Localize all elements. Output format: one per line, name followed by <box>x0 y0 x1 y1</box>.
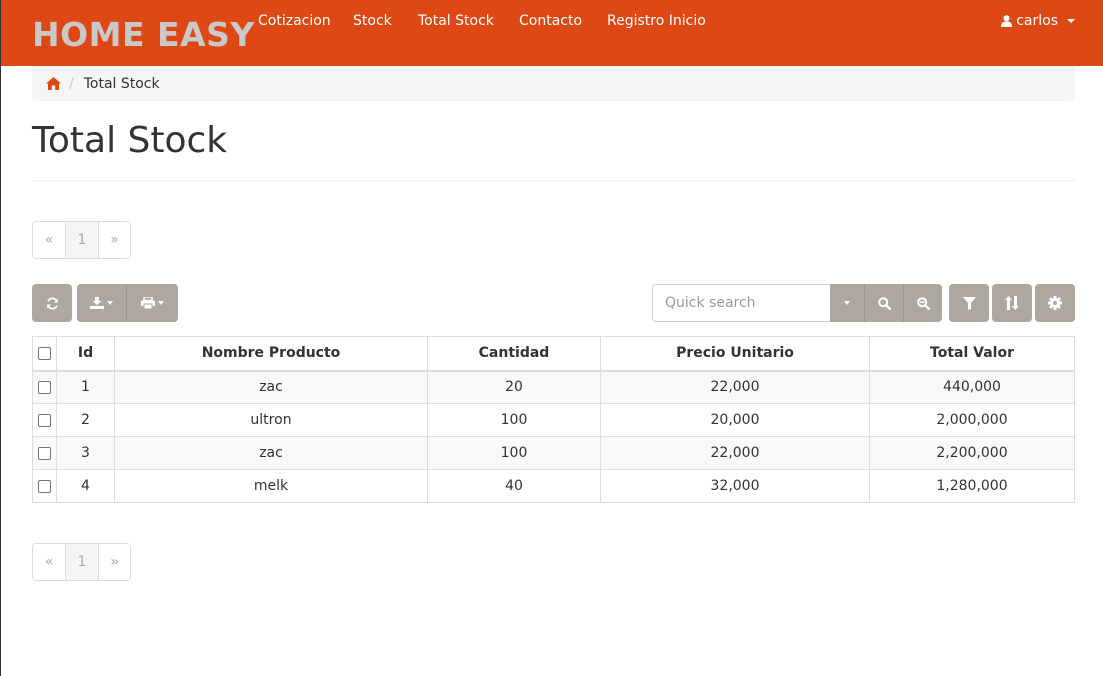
search-controls <box>830 284 942 322</box>
pagination-next[interactable]: » <box>98 544 130 580</box>
nav-item-stock[interactable]: Stock <box>353 11 392 31</box>
cell-precio-unitario: 20,000 <box>600 403 870 437</box>
user-name: carlos <box>1016 13 1058 29</box>
refresh-button[interactable] <box>32 284 72 322</box>
table-row[interactable]: 2 ultron 100 20,000 2,000,000 <box>32 403 1075 437</box>
select-all-cell <box>32 336 57 372</box>
cell-cantidad: 20 <box>427 370 601 404</box>
clear-search-button[interactable] <box>903 284 942 322</box>
filter-icon <box>962 296 976 310</box>
breadcrumb-current: Total Stock <box>83 75 160 92</box>
row-checkbox[interactable] <box>38 479 51 493</box>
cell-nombre-producto: zac <box>114 436 428 470</box>
table-header-row: Id Nombre Producto Cantidad Precio Unita… <box>32 336 1075 372</box>
cell-nombre-producto: zac <box>114 370 428 404</box>
chevron-down-icon <box>158 301 164 305</box>
user-menu[interactable]: carlos <box>1001 11 1075 31</box>
cell-nombre-producto: melk <box>114 469 428 503</box>
sort-button[interactable] <box>992 284 1032 322</box>
nav-item-total-stock[interactable]: Total Stock <box>418 11 494 31</box>
settings-button[interactable] <box>1035 284 1075 322</box>
pagination-prev[interactable]: « <box>33 222 65 258</box>
nav-item-contacto[interactable]: Contacto <box>519 11 582 31</box>
cell-cantidad: 40 <box>427 469 601 503</box>
cell-total-valor: 2,200,000 <box>869 436 1075 470</box>
cell-id: 1 <box>56 370 115 404</box>
search-button[interactable] <box>864 284 903 322</box>
print-icon <box>141 297 155 309</box>
row-checkbox[interactable] <box>38 446 51 460</box>
search-options-button[interactable] <box>830 284 864 322</box>
cell-id: 2 <box>56 403 115 437</box>
cell-total-valor: 2,000,000 <box>869 403 1075 437</box>
navbar: HOME EASY Cotizacion Stock Total Stock C… <box>1 0 1103 66</box>
export-icon <box>90 297 104 309</box>
cell-cantidad: 100 <box>427 436 601 470</box>
pagination-prev[interactable]: « <box>33 544 65 580</box>
cell-precio-unitario: 32,000 <box>600 469 870 503</box>
nav-item-registro-inicio[interactable]: Registro Inicio <box>607 11 706 31</box>
cell-nombre-producto: ultron <box>114 403 428 437</box>
table-row[interactable]: 4 melk 40 32,000 1,280,000 <box>32 469 1075 503</box>
brand-logo[interactable]: HOME EASY <box>32 13 255 57</box>
table-row[interactable]: 1 zac 20 22,000 440,000 <box>32 370 1075 404</box>
breadcrumb-separator: / <box>69 75 74 92</box>
chevron-down-icon <box>1067 19 1075 23</box>
pagination-top: « 1 » <box>32 221 131 259</box>
search-input[interactable] <box>652 284 831 322</box>
pagination-page[interactable]: 1 <box>65 222 98 258</box>
page-title: Total Stock <box>32 120 228 161</box>
cell-total-valor: 1,280,000 <box>869 469 1075 503</box>
stock-table: Id Nombre Producto Cantidad Precio Unita… <box>32 336 1075 503</box>
print-button[interactable] <box>126 284 178 322</box>
search-icon <box>877 296 891 310</box>
nav-item-cotizacion[interactable]: Cotizacion <box>258 11 331 31</box>
row-select-cell <box>32 469 57 503</box>
column-header-precio-unitario[interactable]: Precio Unitario <box>600 336 870 372</box>
export-print-group <box>77 284 178 322</box>
chevron-down-icon <box>107 301 113 305</box>
cell-precio-unitario: 22,000 <box>600 370 870 404</box>
zoom-out-icon <box>916 296 930 310</box>
row-checkbox[interactable] <box>38 380 51 394</box>
select-all-checkbox[interactable] <box>38 346 51 360</box>
column-header-nombre-producto[interactable]: Nombre Producto <box>114 336 428 372</box>
row-select-cell <box>32 370 57 404</box>
row-select-cell <box>32 403 57 437</box>
row-select-cell <box>32 436 57 470</box>
pagination-bottom: « 1 » <box>32 543 131 581</box>
export-button[interactable] <box>77 284 126 322</box>
table-row[interactable]: 3 zac 100 22,000 2,200,000 <box>32 436 1075 470</box>
cell-total-valor: 440,000 <box>869 370 1075 404</box>
breadcrumb: / Total Stock <box>32 66 1075 101</box>
cell-precio-unitario: 22,000 <box>600 436 870 470</box>
divider <box>32 180 1075 181</box>
pagination-page[interactable]: 1 <box>65 544 98 580</box>
chevron-down-icon <box>844 301 850 305</box>
user-icon <box>1001 15 1013 27</box>
filter-button[interactable] <box>949 284 989 322</box>
column-header-id[interactable]: Id <box>56 336 115 372</box>
sort-icon <box>1005 296 1019 310</box>
home-icon[interactable] <box>46 77 61 90</box>
gear-icon <box>1048 296 1062 310</box>
column-header-total-valor[interactable]: Total Valor <box>869 336 1075 372</box>
row-checkbox[interactable] <box>38 413 51 427</box>
refresh-icon <box>46 296 58 310</box>
cell-id: 4 <box>56 469 115 503</box>
pagination-next[interactable]: » <box>98 222 130 258</box>
column-header-cantidad[interactable]: Cantidad <box>427 336 601 372</box>
cell-cantidad: 100 <box>427 403 601 437</box>
cell-id: 3 <box>56 436 115 470</box>
